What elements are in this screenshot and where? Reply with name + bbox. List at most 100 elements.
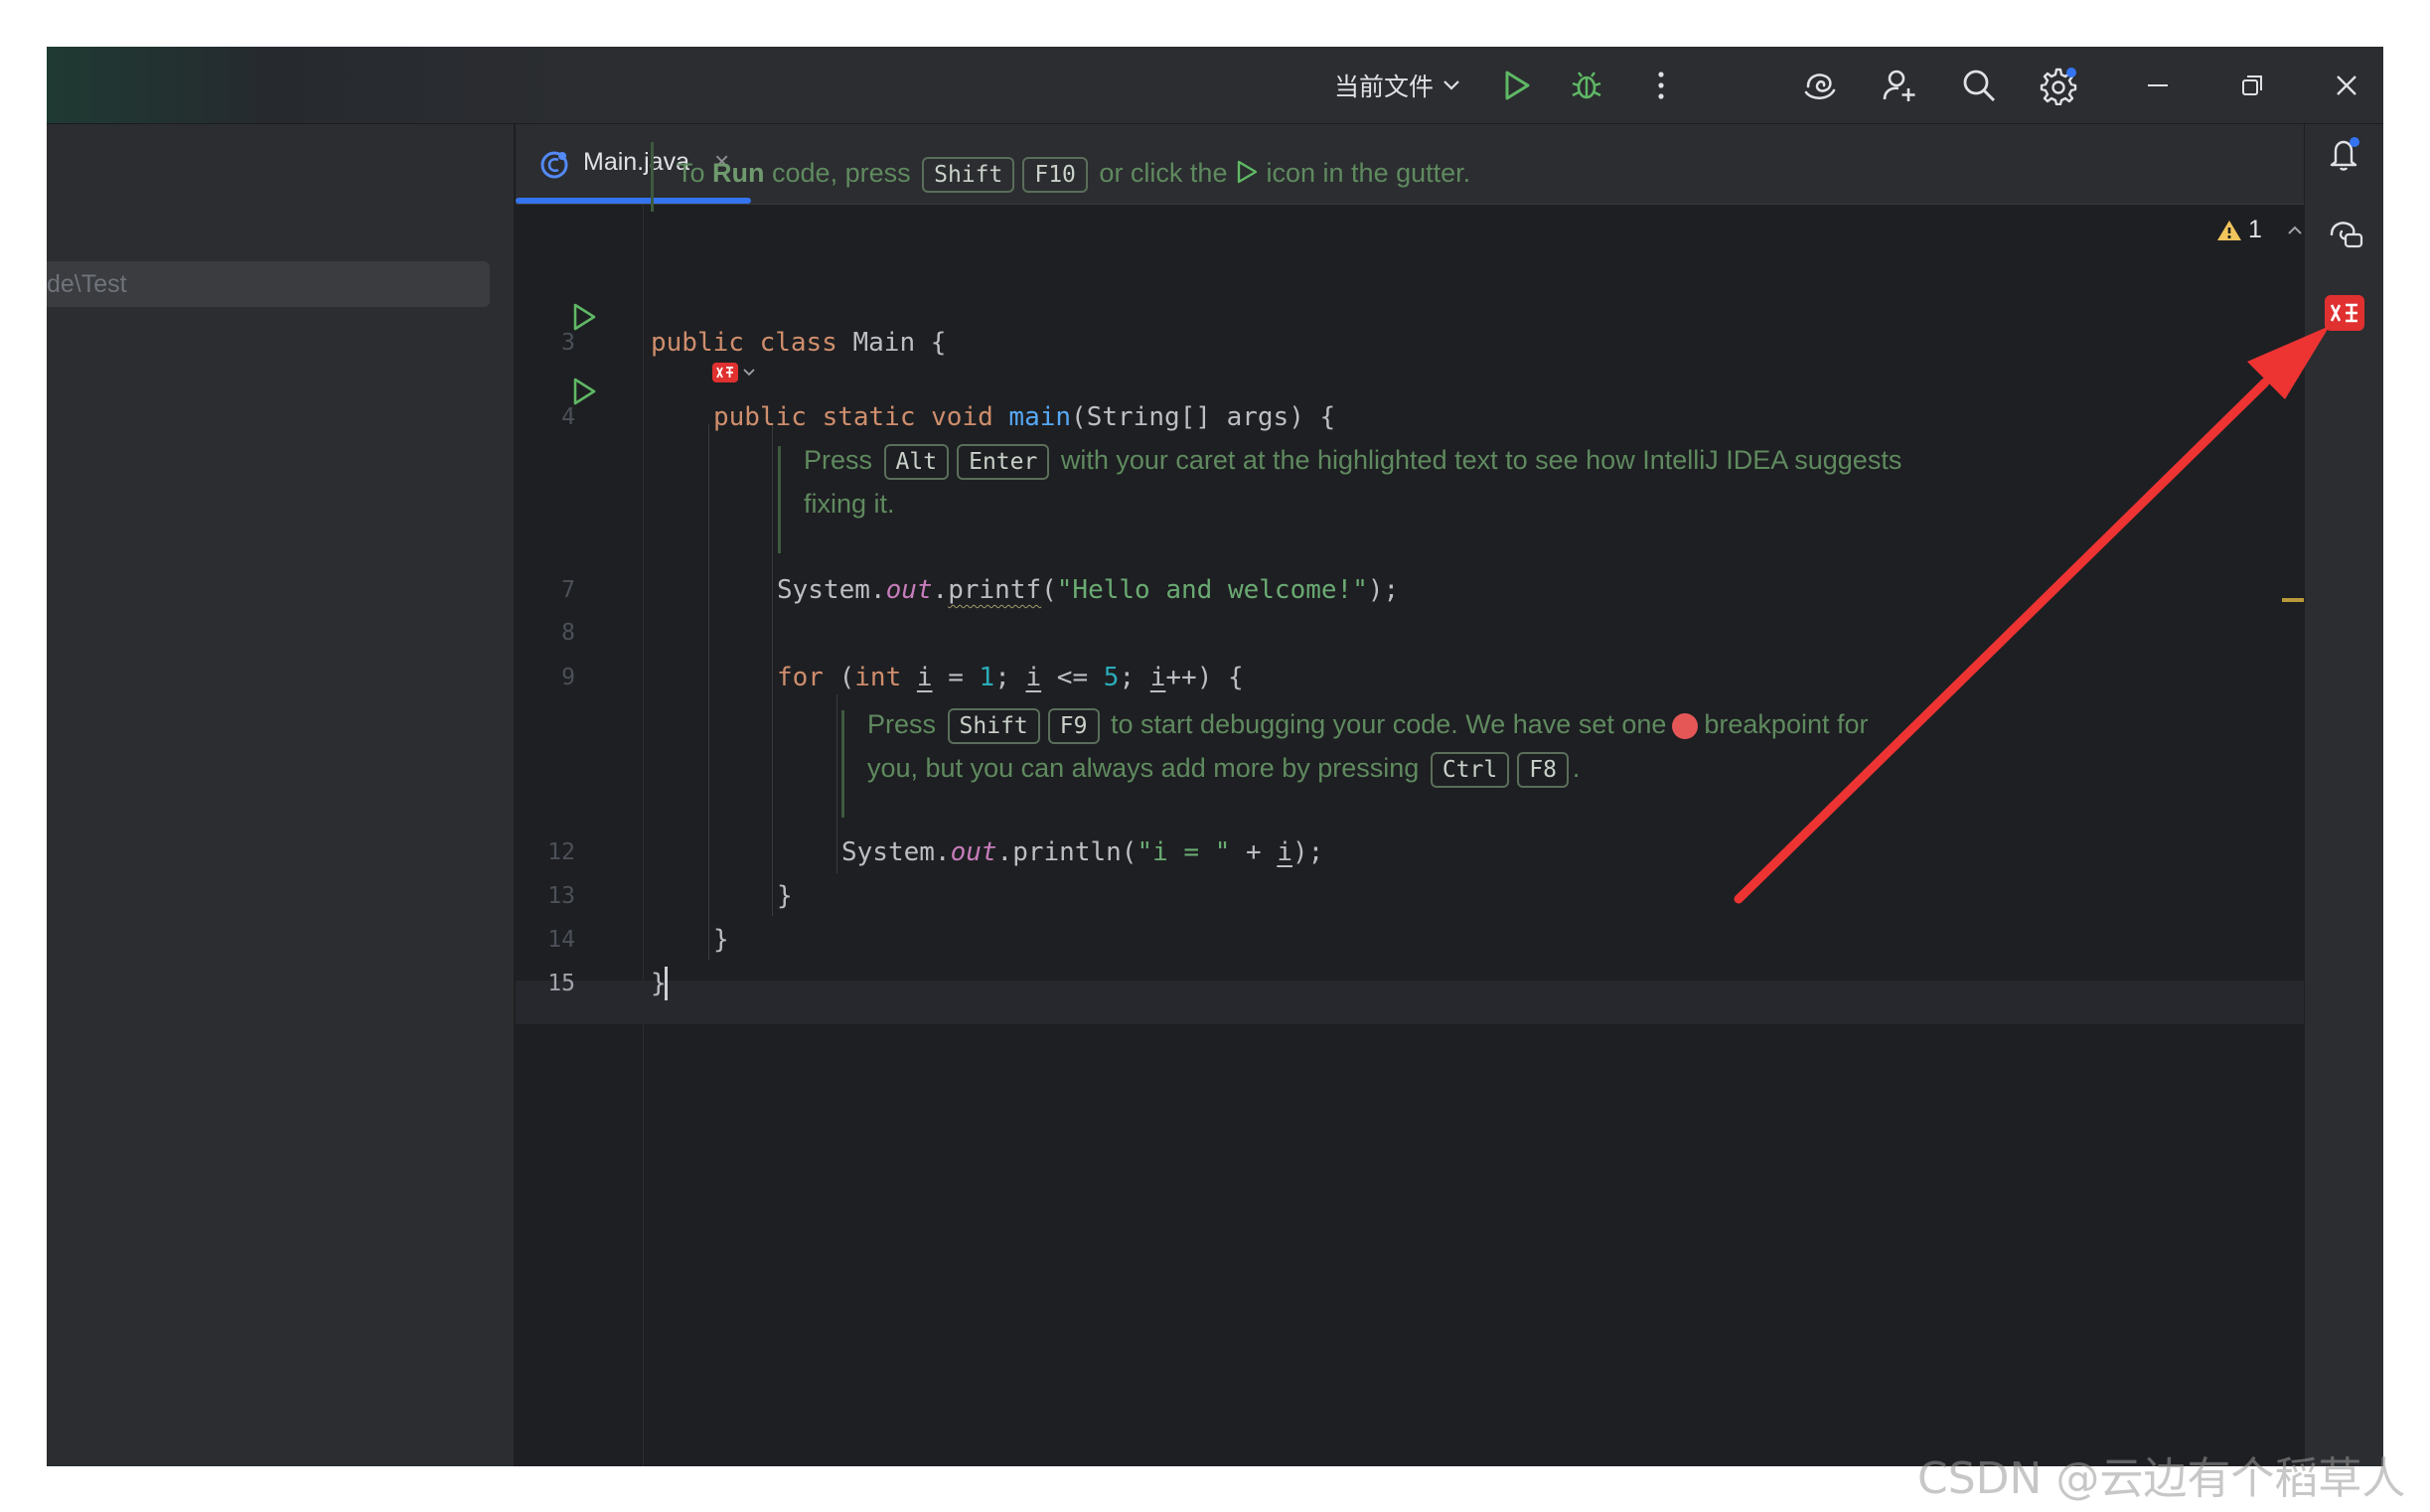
restore-button[interactable] — [2217, 47, 2287, 123]
hint-text: To — [677, 158, 713, 188]
indent-guide — [708, 424, 709, 961]
kbd-alt: Alt — [883, 443, 950, 480]
code-line-9: for (int i = 1; i <= 5; i++) { — [777, 656, 1244, 699]
run-button[interactable] — [1487, 47, 1547, 123]
code-line-13: } — [777, 881, 793, 911]
code-with-me-button[interactable] — [1870, 47, 1929, 123]
line-number: 4 — [561, 404, 575, 430]
code-token: out — [950, 837, 997, 867]
more-icon — [1658, 71, 1664, 99]
code-token: ; — [994, 663, 1026, 692]
chevron-up-icon[interactable] — [2286, 225, 2304, 236]
ai-assistant-button[interactable] — [1790, 47, 1850, 123]
hint-text: code, press — [764, 158, 911, 188]
text-caret — [665, 967, 668, 1000]
code-line-3: public class Main { — [651, 321, 946, 365]
line-number: 13 — [547, 883, 575, 909]
notifications-button[interactable] — [2305, 124, 2383, 184]
hint-text: . — [1572, 753, 1581, 783]
hint-text: Press — [867, 709, 937, 739]
code-token: System. — [777, 575, 886, 605]
run-hint: To Run code, press Shift F10 or click the… — [677, 151, 1470, 195]
kbd-ctrl: Ctrl — [1430, 751, 1510, 788]
kbd-enter: Enter — [957, 443, 1050, 480]
hint-text: Press — [804, 445, 873, 475]
code-token: 5 — [1103, 663, 1120, 692]
debug-hint: Press Shift F9 to start debugging your co… — [867, 702, 1869, 746]
code-token: 1 — [979, 663, 995, 692]
code-token: ); — [1291, 837, 1324, 867]
debug-button[interactable] — [1557, 47, 1616, 123]
active-tab-indicator — [516, 198, 751, 204]
hint-bar — [651, 142, 654, 212]
debug-hint-line2: you, but you can always add more by pres… — [867, 746, 1580, 790]
hint-text: you, but you can always add more by pres… — [867, 753, 1420, 783]
current-line-highlight — [516, 981, 2304, 1024]
hint-bar — [841, 710, 844, 818]
code-token: public static void — [713, 402, 993, 432]
code-token: main — [1008, 402, 1072, 432]
hint-text: icon in the gutter. — [1266, 158, 1471, 188]
restore-icon — [2242, 75, 2262, 95]
close-window-button[interactable] — [2312, 47, 2381, 123]
more-actions-button[interactable] — [1636, 47, 1686, 123]
gutter-run-class-icon[interactable] — [571, 302, 597, 332]
settings-button[interactable] — [2029, 47, 2088, 123]
tab-label: Main.java — [583, 148, 689, 176]
kbd-f9: F9 — [1047, 707, 1100, 744]
code-token: + — [1230, 837, 1278, 867]
kbd-f8: F8 — [1517, 751, 1569, 788]
code-token: for — [777, 663, 824, 692]
hint-text: with your caret at the highlighted text … — [1060, 445, 1902, 475]
indent-guide — [772, 424, 773, 916]
run-config-label: 当前文件 — [1333, 73, 1434, 101]
code-token: (String[] args) { — [1071, 402, 1336, 432]
settings-icon — [2040, 67, 2077, 105]
code-token: <= — [1041, 663, 1104, 692]
ai-chat-button[interactable] — [2305, 204, 2383, 263]
alt-enter-hint-line2: fixing it. — [804, 489, 895, 519]
translate-plugin-button[interactable] — [2305, 283, 2383, 343]
minimize-icon — [2148, 83, 2168, 86]
code-token: public class — [651, 328, 837, 358]
java-class-icon — [540, 151, 568, 179]
kbd-shift: Shift — [947, 707, 1040, 744]
warning-icon — [2217, 220, 2241, 240]
code-line-7: System.out.printf("Hello and welcome!"); — [777, 568, 1399, 612]
search-button[interactable] — [1949, 47, 2009, 123]
run-icon — [1505, 71, 1530, 99]
translate-plugin-icon — [2325, 295, 2364, 331]
minimize-button[interactable] — [2123, 47, 2193, 123]
code-token-warning[interactable]: printf — [948, 575, 1041, 605]
run-config-selector[interactable]: 当前文件 — [1328, 47, 1467, 123]
inline-translate-widget[interactable] — [712, 363, 756, 382]
project-path-label: de\Test — [47, 270, 127, 298]
ai-chat-icon — [2330, 222, 2363, 248]
add-user-icon — [1883, 70, 1915, 101]
chevron-down-icon — [1443, 79, 1459, 90]
code-token: Main { — [836, 328, 947, 358]
title-bar: 当前文件 — [47, 47, 2383, 124]
right-tool-window-bar — [2304, 124, 2383, 1466]
line-number-current: 15 — [547, 971, 575, 996]
code-line-4: public static void main(String[] args) { — [713, 395, 1335, 439]
watermark: CSDN @云边有个稻草人 — [1917, 1453, 2406, 1504]
line-number: 8 — [561, 620, 575, 646]
code-token: i — [1025, 663, 1042, 692]
ide-window: 当前文件 de\Test Main.java × 3 4 7 8 9 12 13… — [47, 47, 2383, 1466]
ai-assistant-icon — [1804, 73, 1836, 99]
code-token: int — [854, 663, 902, 692]
code-token: ); — [1367, 575, 1400, 605]
chevron-down-icon — [743, 369, 755, 377]
close-icon — [2337, 75, 2356, 95]
hint-text: breakpoint for — [1704, 709, 1869, 739]
project-path-item[interactable]: de\Test — [47, 261, 490, 307]
gutter-run-main-icon[interactable] — [571, 377, 597, 406]
kbd-f10: F10 — [1022, 156, 1088, 193]
alt-enter-hint: Press Alt Enter with your caret at the hi… — [804, 438, 1901, 482]
code-token: ; — [1119, 663, 1150, 692]
notifications-icon — [2330, 137, 2359, 171]
warning-count: 1 — [2248, 216, 2262, 243]
code-token: .println( — [996, 837, 1138, 867]
code-token: i — [916, 663, 933, 692]
